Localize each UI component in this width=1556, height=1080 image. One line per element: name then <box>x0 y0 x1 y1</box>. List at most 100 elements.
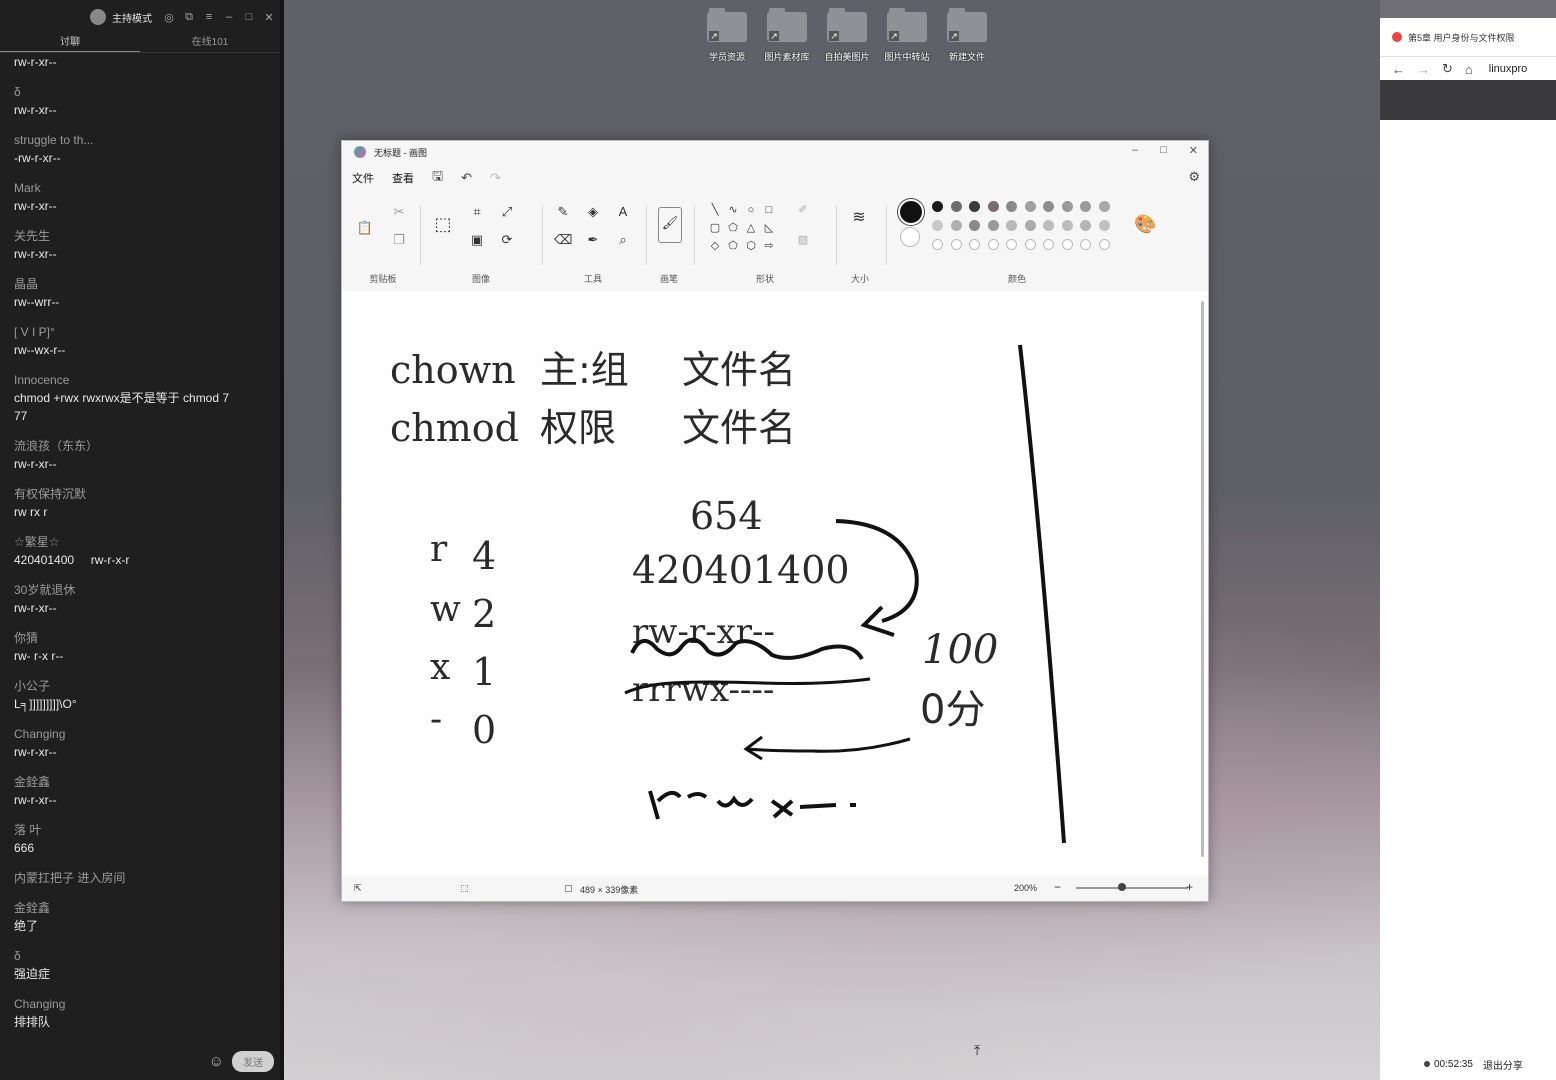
color-swatch[interactable] <box>969 201 980 212</box>
color-swatch[interactable] <box>1080 220 1091 231</box>
arrow-icon[interactable]: ⇨ <box>760 237 778 255</box>
cut-icon[interactable]: ✂ <box>390 203 408 221</box>
color-swatch[interactable] <box>969 220 980 231</box>
resize-icon[interactable]: ⤢ <box>498 203 516 221</box>
menu-view[interactable]: 查看 <box>392 170 414 186</box>
empty-color-swatch[interactable] <box>1080 239 1091 250</box>
empty-color-swatch[interactable] <box>1006 239 1017 250</box>
emoji-icon[interactable]: ☺ <box>209 1053 224 1070</box>
rounded-rect-icon[interactable]: ▢ <box>706 219 724 237</box>
drawing-canvas[interactable]: chown 主:组 文件名 chmod 权限 文件名 r w x - 4 2 1… <box>342 291 1208 875</box>
color-swatch[interactable] <box>950 220 962 231</box>
magnifier-icon[interactable]: ⌕ <box>614 231 632 249</box>
exit-share-button[interactable]: 退出分享 <box>1483 1057 1523 1072</box>
settings-icon[interactable]: ⚙ <box>1188 169 1200 185</box>
color-swatch[interactable] <box>1080 201 1091 212</box>
paste-icon[interactable]: 📋 <box>356 219 374 237</box>
settings-icon[interactable]: ◎ <box>162 11 176 24</box>
empty-color-swatch[interactable] <box>969 239 980 250</box>
empty-color-swatch[interactable] <box>1043 239 1054 250</box>
rectangle-icon[interactable]: □ <box>760 201 778 219</box>
zoom-slider[interactable] <box>1076 887 1188 889</box>
image-icon[interactable]: ▣ <box>468 231 486 249</box>
pentagon-icon[interactable]: ⬠ <box>724 237 742 255</box>
pencil-icon[interactable]: ✎ <box>554 203 572 221</box>
fill-icon[interactable]: ◈ <box>584 203 602 221</box>
color-swatch[interactable] <box>1006 201 1017 212</box>
color-swatch[interactable] <box>950 201 962 212</box>
maximize-icon[interactable]: □ <box>1160 144 1167 157</box>
triangle-icon[interactable]: △ <box>742 219 760 237</box>
menu-icon[interactable]: ≡ <box>202 11 216 23</box>
empty-color-swatch[interactable] <box>1024 239 1036 250</box>
select-icon[interactable]: ⬚ <box>434 215 452 233</box>
tab-online[interactable]: 在线101 <box>140 34 280 52</box>
color-swatch[interactable] <box>932 220 943 231</box>
rotate-icon[interactable]: ⟳ <box>498 231 516 249</box>
maximize-icon[interactable]: □ <box>242 11 256 23</box>
color-swatch[interactable] <box>1061 201 1073 212</box>
color-swatch[interactable] <box>1098 201 1110 212</box>
color-swatch[interactable] <box>1043 201 1054 212</box>
edit-colors-icon[interactable]: 🎨 <box>1134 215 1156 233</box>
diamond-icon[interactable]: ◇ <box>706 237 724 255</box>
right-triangle-icon[interactable]: ◺ <box>760 219 778 237</box>
undo-icon[interactable]: ↶ <box>461 170 472 186</box>
outline-icon[interactable]: ✐ <box>794 201 812 219</box>
line-size-icon[interactable]: ≋ <box>850 209 868 227</box>
color-swatch[interactable] <box>1024 220 1036 231</box>
empty-color-swatch[interactable] <box>1098 239 1110 250</box>
save-icon[interactable]: 🖫 <box>432 167 443 189</box>
line-icon[interactable]: ╲ <box>706 201 724 219</box>
send-button[interactable]: 发送 <box>232 1051 274 1072</box>
crop-icon[interactable]: ⌗ <box>468 203 486 221</box>
hexagon-icon[interactable]: ⬡ <box>742 237 760 255</box>
address-bar[interactable]: linuxpro <box>1489 63 1528 75</box>
empty-color-swatch[interactable] <box>950 239 962 250</box>
minimize-icon[interactable]: – <box>222 11 236 23</box>
popout-icon[interactable]: ⧉ <box>182 11 196 24</box>
brush-icon[interactable]: 🖌 <box>658 207 682 243</box>
close-icon[interactable]: ✕ <box>1189 144 1198 157</box>
forward-icon[interactable]: → <box>1417 62 1430 77</box>
color-swatch[interactable] <box>1043 220 1054 231</box>
zoom-slider-thumb[interactable] <box>1118 883 1126 891</box>
desktop-icon-1[interactable]: ↗ 学员资源 <box>704 8 750 63</box>
zoom-out-button[interactable]: − <box>1054 880 1061 894</box>
color-swatch[interactable] <box>987 201 999 212</box>
browser-tab[interactable]: 第5章 用户身份与文件权限 <box>1380 18 1556 57</box>
redo-icon[interactable]: ↷ <box>490 170 501 186</box>
tab-chat[interactable]: 讨聊 <box>0 34 140 52</box>
back-icon[interactable]: ← <box>1392 62 1405 77</box>
upload-icon[interactable]: ⤒ <box>974 1042 990 1060</box>
home-icon[interactable]: ⌂ <box>1465 62 1473 77</box>
text-icon[interactable]: A <box>614 203 632 221</box>
color-picker-icon[interactable]: ✒ <box>584 231 602 249</box>
eraser-icon[interactable]: ⌫ <box>554 231 572 249</box>
color2-swatch[interactable] <box>900 227 920 247</box>
color1-swatch[interactable] <box>898 199 924 225</box>
desktop-icon-2[interactable]: ↗ 图片素材库 <box>764 8 810 63</box>
reload-icon[interactable]: ↻ <box>1442 61 1453 77</box>
empty-color-swatch[interactable] <box>932 239 943 250</box>
polygon-icon[interactable]: ⬠ <box>724 219 742 237</box>
desktop-icon-3[interactable]: ↗ 自拍美图片 <box>824 8 870 63</box>
color-swatch[interactable] <box>1006 220 1017 231</box>
close-icon[interactable]: ✕ <box>262 11 276 24</box>
desktop-icon-4[interactable]: ↗ 图片中转站 <box>884 8 930 63</box>
copy-icon[interactable]: ❐ <box>390 231 408 249</box>
empty-color-swatch[interactable] <box>1061 239 1073 250</box>
zoom-in-button[interactable]: + <box>1186 880 1193 894</box>
desktop-icon-5[interactable]: ↗ 新建文件 <box>944 8 990 63</box>
curve-icon[interactable]: ∿ <box>724 201 742 219</box>
minimize-icon[interactable]: – <box>1132 144 1138 157</box>
color-swatch[interactable] <box>1098 220 1110 231</box>
empty-color-swatch[interactable] <box>987 239 999 250</box>
color-swatch[interactable] <box>1024 201 1036 212</box>
color-swatch[interactable] <box>932 201 943 212</box>
menu-file[interactable]: 文件 <box>352 170 374 186</box>
vertical-scrollbar[interactable] <box>1201 301 1204 857</box>
color-swatch[interactable] <box>1061 220 1073 231</box>
shape-fill-icon[interactable]: ▨ <box>794 231 812 249</box>
oval-icon[interactable]: ○ <box>742 201 760 219</box>
